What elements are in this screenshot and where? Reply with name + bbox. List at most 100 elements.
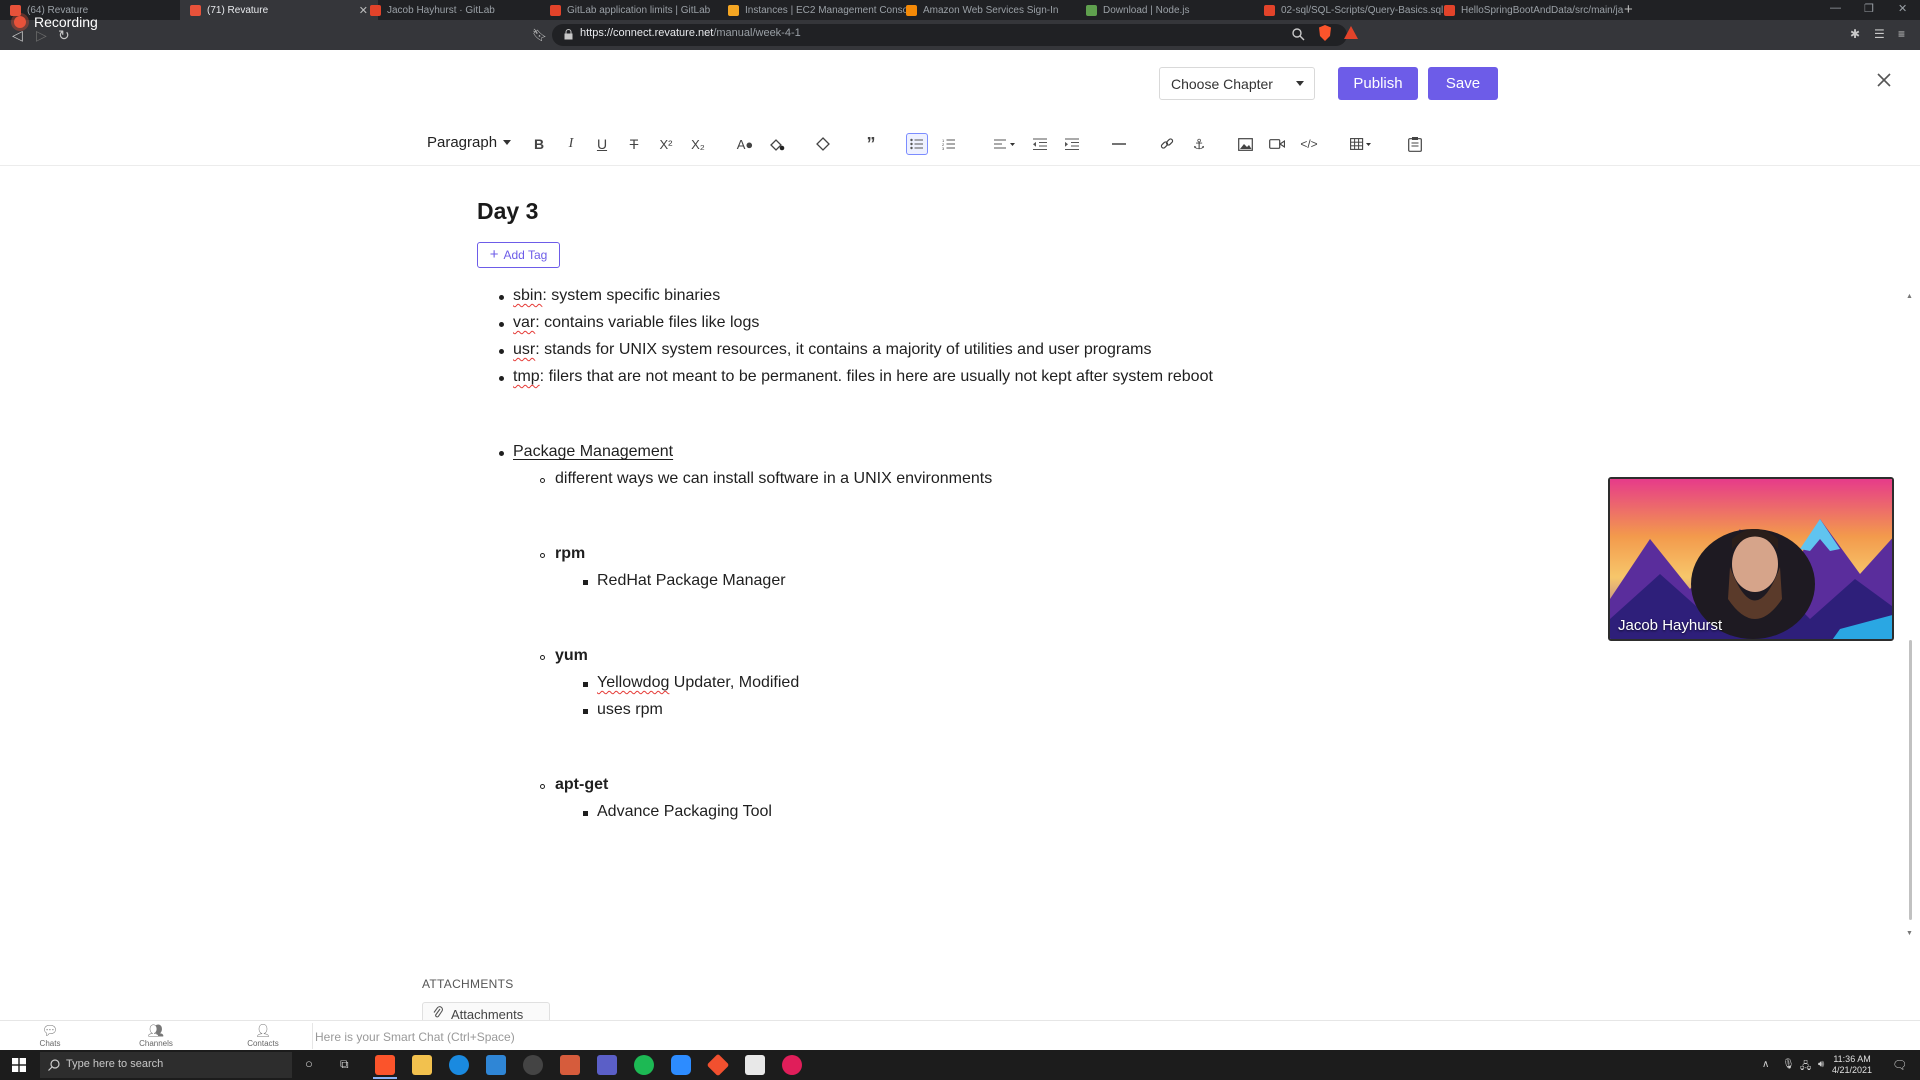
network-icon[interactable]: 🖧︎: [1800, 1059, 1811, 1076]
list-item-heading[interactable]: yum: [555, 647, 588, 665]
volume-icon[interactable]: 🔊︎: [1818, 1059, 1824, 1070]
strikethrough-icon[interactable]: T: [623, 133, 645, 155]
notepad-icon[interactable]: [745, 1055, 765, 1075]
edge-icon[interactable]: [449, 1055, 469, 1075]
browser-tab[interactable]: Jacob Hayhurst · GitLab: [360, 0, 558, 20]
list-item[interactable]: tmp: filers that are not meant to be per…: [513, 368, 1213, 386]
channels-nav[interactable]: 👥︎ Channels: [126, 1023, 186, 1048]
brave-browser-icon[interactable]: [375, 1055, 395, 1075]
italic-icon[interactable]: I: [560, 133, 582, 155]
page-title[interactable]: Day 3: [477, 198, 538, 225]
add-tag-label: Add Tag: [503, 248, 548, 262]
zoom-app-icon[interactable]: [671, 1055, 691, 1075]
list-item[interactable]: Advance Packaging Tool: [597, 803, 772, 821]
window-close-icon[interactable]: ✕: [1898, 2, 1907, 15]
list-item-heading[interactable]: rpm: [555, 545, 585, 563]
tray-expand-icon[interactable]: ∧: [1762, 1059, 1769, 1070]
system-clock[interactable]: 11:36 AM 4/21/2021: [1832, 1054, 1872, 1076]
highlight-icon[interactable]: [766, 133, 788, 155]
notifications-icon[interactable]: 🗨︎: [1892, 1058, 1907, 1072]
teams-icon[interactable]: [597, 1055, 617, 1075]
menu-icon[interactable]: ≡: [1898, 27, 1905, 41]
font-color-icon[interactable]: A●: [734, 133, 756, 155]
browser-tab[interactable]: Download | Node.js: [1076, 0, 1274, 20]
clear-format-icon[interactable]: [812, 133, 834, 155]
browser-tab[interactable]: GitLab application limits | GitLab: [540, 0, 738, 20]
participant-video-tile[interactable]: Jacob Hayhurst: [1608, 477, 1894, 641]
minimize-icon[interactable]: —: [1830, 2, 1841, 14]
superscript-icon[interactable]: X²: [655, 133, 677, 155]
choose-chapter-select[interactable]: Choose Chapter: [1159, 67, 1315, 100]
anchor-icon[interactable]: ⚓︎: [1188, 133, 1210, 155]
image-icon[interactable]: [1234, 133, 1256, 155]
browser-tab[interactable]: HelloSpringBootAndData/src/main/ja: [1434, 0, 1632, 20]
horizontal-line-icon[interactable]: [1108, 133, 1130, 155]
align-icon[interactable]: [990, 133, 1020, 155]
package-management-link[interactable]: Package Management: [513, 443, 673, 461]
windows-start-icon[interactable]: [12, 1058, 26, 1072]
add-tag-button[interactable]: + Add Tag: [477, 242, 560, 268]
screen-recorder-icon[interactable]: [560, 1055, 580, 1075]
cortana-icon[interactable]: ○: [305, 1056, 313, 1071]
restore-icon[interactable]: ❐: [1864, 2, 1874, 15]
block-format-select[interactable]: Paragraph: [427, 134, 512, 151]
bulleted-list-icon[interactable]: [906, 133, 928, 155]
recording-indicator: Recording: [14, 14, 98, 30]
browser-tab-active[interactable]: (71) Revature ✕: [180, 0, 378, 20]
brave-shields-icon[interactable]: [1318, 25, 1332, 41]
zoom-icon[interactable]: [1292, 28, 1305, 41]
github-desktop-icon[interactable]: [523, 1055, 543, 1075]
video-icon[interactable]: [1266, 133, 1288, 155]
list-item-heading[interactable]: apt-get: [555, 776, 608, 794]
lock-icon: [564, 29, 573, 40]
slack-icon[interactable]: [782, 1055, 802, 1075]
smart-chat-input[interactable]: Here is your Smart Chat (Ctrl+Space): [315, 1030, 515, 1044]
browser-tab[interactable]: 02-sql/SQL-Scripts/Query-Basics.sql ·: [1254, 0, 1452, 20]
underline-icon[interactable]: U: [591, 133, 613, 155]
spotify-icon[interactable]: [634, 1055, 654, 1075]
link-icon[interactable]: [1156, 133, 1178, 155]
scroll-down-icon[interactable]: ▼: [1906, 930, 1913, 937]
browser-tab[interactable]: Amazon Web Services Sign-In: [896, 0, 1094, 20]
list-item[interactable]: different ways we can install software i…: [555, 470, 992, 488]
file-explorer-icon[interactable]: [412, 1055, 432, 1075]
list-item[interactable]: RedHat Package Manager: [597, 572, 786, 590]
brave-rewards-icon[interactable]: [1344, 26, 1358, 39]
publish-button[interactable]: Publish: [1338, 67, 1418, 100]
scroll-up-icon[interactable]: ▲: [1906, 293, 1913, 300]
table-icon[interactable]: [1346, 133, 1376, 155]
save-button[interactable]: Save: [1428, 67, 1498, 100]
chats-nav[interactable]: 💬︎ Chats: [20, 1023, 80, 1048]
numbered-list-icon[interactable]: 123: [938, 133, 960, 155]
scrollbar-thumb[interactable]: [1909, 640, 1912, 920]
taskbar-search-box[interactable]: Type here to search: [40, 1052, 292, 1078]
list-item[interactable]: uses rpm: [597, 701, 663, 719]
indent-icon[interactable]: [1061, 133, 1083, 155]
list-item[interactable]: Yellowdog Updater, Modified: [597, 674, 799, 692]
subscript-icon[interactable]: X₂: [687, 133, 709, 155]
bullet-circle: [540, 553, 545, 558]
blockquote-icon[interactable]: ”: [860, 133, 882, 155]
browser-tab[interactable]: Instances | EC2 Management Console: [718, 0, 916, 20]
chats-label: Chats: [39, 1039, 61, 1048]
bookmark-icon[interactable]: 🔖︎: [532, 28, 547, 42]
git-icon[interactable]: [706, 1053, 730, 1077]
close-icon[interactable]: [1876, 72, 1892, 88]
new-tab-icon[interactable]: +: [1624, 1, 1633, 18]
microphone-icon[interactable]: 🎙︎: [1782, 1059, 1795, 1070]
list-item[interactable]: usr: stands for UNIX system resources, i…: [513, 341, 1151, 359]
outdent-icon[interactable]: [1029, 133, 1051, 155]
template-icon[interactable]: [1404, 133, 1426, 155]
task-view-icon[interactable]: ⧉: [340, 1057, 349, 1072]
contacts-nav[interactable]: 👤︎ Contacts: [233, 1023, 293, 1048]
list-item[interactable]: var: contains variable files like logs: [513, 314, 759, 332]
extensions-icon[interactable]: ✱: [1850, 27, 1860, 41]
mail-icon[interactable]: [486, 1055, 506, 1075]
bullet-disc: [499, 451, 504, 456]
reading-list-icon[interactable]: ☰: [1874, 27, 1885, 41]
bold-icon[interactable]: B: [528, 133, 550, 155]
tab-label: Jacob Hayhurst · GitLab: [387, 4, 495, 16]
list-item[interactable]: sbin: system specific binaries: [513, 287, 720, 305]
code-icon[interactable]: </>: [1298, 133, 1320, 155]
address-bar[interactable]: https://connect.revature.net/manual/week…: [552, 24, 1347, 46]
